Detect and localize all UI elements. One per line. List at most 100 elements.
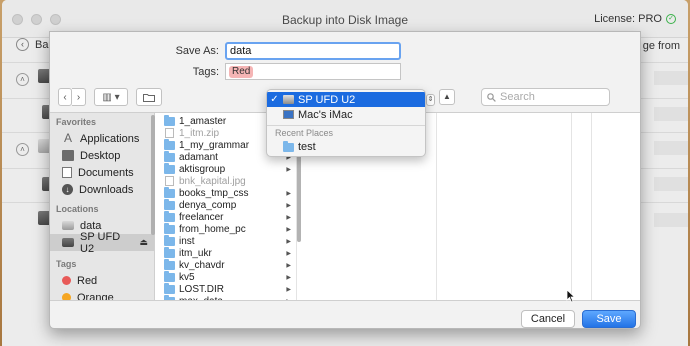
- folder-icon: [164, 258, 175, 270]
- back-nav-button[interactable]: ‹: [58, 88, 72, 106]
- folder-icon: [283, 141, 294, 152]
- file-name: max_data: [179, 296, 223, 301]
- sidebar-item-documents[interactable]: Documents: [50, 164, 154, 181]
- folder-icon: [164, 294, 175, 300]
- file-icon: [165, 176, 174, 186]
- disclosure-arrow-icon: ▶: [286, 286, 291, 293]
- save-as-input[interactable]: [225, 42, 401, 60]
- file-row[interactable]: from_home_pc ▶: [160, 222, 296, 235]
- truncated-right-label: ge from: [642, 40, 680, 52]
- file-name: from_home_pc: [179, 223, 246, 235]
- location-popup-arrows[interactable]: ⇕: [426, 94, 435, 106]
- drive-icon: [62, 238, 74, 247]
- documents-icon: [62, 167, 72, 178]
- forward-nav-button[interactable]: ›: [72, 88, 86, 106]
- tag-chip[interactable]: Red: [229, 65, 254, 78]
- sidebar-item-downloads[interactable]: ↓ Downloads: [50, 181, 154, 198]
- empty-column: [437, 113, 572, 300]
- checkmark-icon: ✓: [270, 94, 279, 105]
- file-row[interactable]: books_tmp_css ▶: [160, 186, 296, 199]
- file-row[interactable]: inst ▶: [160, 234, 296, 247]
- mouse-cursor-icon: [566, 289, 576, 303]
- imac-icon: [283, 110, 294, 119]
- chevron-left-icon: ‹: [16, 38, 29, 51]
- file-row[interactable]: kv5 ▶: [160, 270, 296, 283]
- view-options-button[interactable]: ▥ ▾: [94, 88, 128, 106]
- downloads-icon: ↓: [62, 184, 73, 195]
- disclosure-arrow-icon: ▶: [286, 250, 291, 257]
- eject-icon[interactable]: ⏏: [139, 237, 148, 248]
- location-item-macs-imac[interactable]: Mac's iMac: [267, 107, 425, 122]
- search-field[interactable]: Search: [481, 88, 610, 106]
- file-name: LOST.DIR: [179, 283, 225, 295]
- location-item-test[interactable]: test: [267, 139, 425, 154]
- folder-icon: [164, 210, 175, 222]
- sidebar-item-tag-orange[interactable]: Orange: [50, 289, 154, 300]
- file-name: inst: [179, 235, 195, 247]
- file-row[interactable]: kv_chavdr ▶: [160, 258, 296, 271]
- locations-header: Locations: [56, 204, 99, 214]
- new-folder-button[interactable]: [136, 88, 162, 106]
- new-folder-icon: [143, 93, 155, 102]
- folder-icon: [164, 282, 175, 294]
- tags-field[interactable]: Red: [225, 63, 401, 80]
- disclosure-arrow-icon: ▶: [286, 214, 291, 221]
- folder-icon: [164, 222, 175, 234]
- cancel-button[interactable]: Cancel: [521, 310, 575, 328]
- file-row[interactable]: denya_comp ▶: [160, 198, 296, 211]
- sidebar-item-sp-ufd-u2[interactable]: SP UFD U2 ⏏: [50, 231, 154, 255]
- file-name: freelancer: [179, 211, 224, 223]
- sidebar-item-label: Applications: [80, 132, 140, 145]
- folder-icon: [164, 198, 175, 210]
- search-icon: [487, 92, 496, 102]
- tags-row: Tags: Red: [50, 63, 401, 80]
- file-name: denya_comp: [179, 199, 237, 211]
- favorites-header: Favorites: [56, 117, 97, 127]
- file-row[interactable]: bnk_kapital.jpg: [160, 175, 296, 187]
- disclosure-arrow-icon: ▶: [286, 238, 291, 245]
- disclosure-arrow-icon: ▶: [286, 190, 291, 197]
- folder-icon: [164, 246, 175, 258]
- disclosure-arrow-icon: ▶: [286, 298, 291, 301]
- disclosure-arrow-icon: ▶: [286, 274, 291, 281]
- folder-icon: [164, 150, 175, 162]
- file-name: itm_ukr: [179, 247, 212, 259]
- sidebar-item-label: Documents: [78, 166, 134, 179]
- sidebar-scrollbar[interactable]: [151, 115, 155, 235]
- file-row[interactable]: max_data ▶: [160, 294, 296, 301]
- tag-red-icon: [62, 276, 71, 285]
- tags-header: Tags: [56, 259, 77, 269]
- sidebar-item-applications[interactable]: A Applications: [50, 130, 154, 147]
- save-as-label: Save As:: [175, 45, 219, 57]
- folder-icon: [164, 186, 175, 198]
- drive-icon: [62, 221, 74, 230]
- collapse-button[interactable]: ▲: [439, 89, 455, 105]
- folder-icon: [164, 138, 175, 150]
- disclosure-arrow-icon: ▶: [286, 166, 291, 173]
- save-as-row: Save As:: [50, 42, 401, 60]
- disclosure-arrow-icon: ▶: [286, 262, 291, 269]
- file-name: bnk_kapital.jpg: [179, 175, 246, 187]
- sidebar-item-tag-red[interactable]: Red: [50, 272, 154, 289]
- file-row[interactable]: freelancer ▶: [160, 210, 296, 223]
- separator: [267, 125, 425, 126]
- file-row[interactable]: itm_ukr ▶: [160, 246, 296, 259]
- tags-label: Tags:: [192, 65, 219, 78]
- file-name: kv5: [179, 271, 195, 283]
- location-dropdown: ✓ SP UFD U2 Mac's iMac Recent Places tes…: [266, 89, 426, 157]
- tag-orange-icon: [62, 293, 71, 300]
- file-row[interactable]: LOST.DIR ▶: [160, 282, 296, 295]
- save-button[interactable]: Save: [582, 310, 636, 328]
- file-name: kv_chavdr: [179, 259, 225, 271]
- sidebar-item-desktop[interactable]: Desktop: [50, 147, 154, 164]
- location-item-label: SP UFD U2: [298, 93, 356, 106]
- folder-icon: [164, 162, 175, 174]
- location-item-sp-ufd-u2[interactable]: ✓ SP UFD U2: [267, 92, 425, 107]
- drive-icon: [283, 95, 294, 104]
- license-label: License: PRO: [594, 13, 662, 25]
- file-row[interactable]: aktisgroup ▶: [160, 162, 296, 175]
- save-sheet: Save As: Tags: Red ‹ › ▥ ▾ Search Favori…: [49, 31, 641, 329]
- folder-icon: [164, 234, 175, 246]
- file-name: 1_my_grammar: [179, 139, 250, 151]
- license-status: License: PRO ✓: [594, 13, 676, 25]
